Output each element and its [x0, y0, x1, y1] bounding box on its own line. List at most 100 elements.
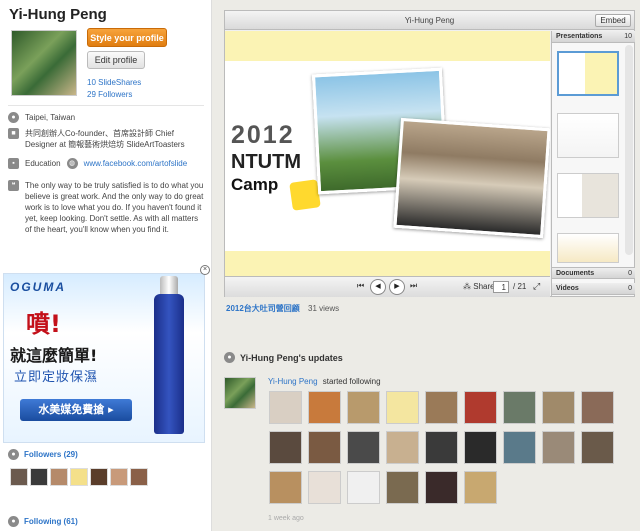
ad-close-icon[interactable]: ×	[200, 265, 210, 275]
followed-user-avatar[interactable]	[386, 471, 419, 504]
smiley-mascot-image	[289, 179, 321, 211]
share-label: Share	[473, 282, 495, 291]
followed-user-avatar[interactable]	[269, 431, 302, 464]
ad-headline: 噴!	[26, 310, 61, 338]
followed-user-avatar[interactable]	[308, 391, 341, 424]
fullscreen-icon[interactable]: ⤢	[533, 281, 540, 292]
followed-user-avatar[interactable]	[269, 391, 302, 424]
followers-count-link[interactable]: 29 Followers	[87, 90, 132, 99]
tab-documents[interactable]: Documents 0	[552, 267, 635, 279]
embed-button[interactable]: Embed	[595, 14, 631, 27]
style-profile-button[interactable]: Style your profile	[87, 28, 167, 47]
share-icon: ⁂	[463, 282, 474, 291]
education-icon: ▪	[8, 158, 19, 169]
slideshares-count-link[interactable]: 10 SlideShares	[87, 78, 141, 87]
player-titlebar: Yi-Hung Peng Embed	[225, 11, 634, 30]
presentation-thumbnail[interactable]	[557, 173, 619, 218]
presentation-thumbnail[interactable]	[557, 51, 619, 96]
profile-avatar[interactable]	[11, 30, 77, 96]
presentations-panel: Presentations 10 Documents 0 Videos 0	[551, 31, 635, 296]
followers-heading[interactable]: Followers (29)	[24, 450, 78, 459]
presentations-count: 10	[624, 33, 632, 40]
education-website-row: ▪ Education ◍ www.facebook.com/artofslid…	[8, 158, 206, 169]
follower-avatar[interactable]	[30, 468, 48, 486]
slide-canvas[interactable]: 2012 NTUTM Camp	[225, 31, 550, 276]
edit-profile-button[interactable]: Edit profile	[87, 51, 145, 69]
slide-ntutm-text: NTUTM	[231, 151, 301, 173]
followed-user-avatar[interactable]	[347, 431, 380, 464]
followed-user-avatar[interactable]	[542, 391, 575, 424]
presentation-thumbnail[interactable]	[557, 113, 619, 158]
location-text: Taipei, Taiwan	[25, 113, 76, 122]
ad-cta-button[interactable]: 水美媒免費搶 ▸	[20, 399, 132, 421]
people-icon: ●	[8, 516, 19, 527]
ad-tagline: 立即定妝保濕	[14, 370, 99, 385]
followed-user-avatar[interactable]	[308, 471, 341, 504]
tab-presentations-label: Presentations	[556, 33, 603, 40]
globe-icon: ◍	[66, 158, 78, 169]
followed-user-avatar[interactable]	[347, 471, 380, 504]
followed-user-avatar[interactable]	[503, 391, 536, 424]
followed-user-avatar[interactable]	[425, 391, 458, 424]
profile-sidebar: Yi-Hung Peng Style your profile Edit pro…	[0, 0, 212, 531]
slide-year-text: 2012	[231, 121, 295, 149]
slide-photo-group	[393, 117, 550, 239]
advertisement[interactable]: OGUMA 噴! 就這麼簡單! 立即定妝保濕 水美媒免費搶 ▸	[3, 273, 205, 443]
follower-avatar[interactable]	[70, 468, 88, 486]
update-actor-link[interactable]: Yi-Hung Peng	[268, 377, 318, 386]
education-label: Education	[25, 159, 61, 168]
tab-presentations[interactable]: Presentations 10	[552, 31, 635, 43]
next-slide-icon[interactable]: ▶	[389, 279, 405, 295]
followed-user-avatar[interactable]	[464, 471, 497, 504]
follower-avatar[interactable]	[130, 468, 148, 486]
page-total: / 21	[513, 282, 527, 291]
player-controls: ⏮ ◀ ▶ ⏭ ⁂ Share 1 / 21 ⤢	[225, 276, 550, 297]
follower-avatar[interactable]	[50, 468, 68, 486]
followed-user-avatar[interactable]	[308, 431, 341, 464]
followed-user-avatar[interactable]	[425, 471, 458, 504]
ad-brand: OGUMA	[10, 280, 66, 294]
presentation-title-link[interactable]: 2012台大吐司營回顧	[226, 304, 300, 313]
page-number-input[interactable]: 1	[493, 281, 509, 293]
followers-section-header[interactable]: ● Followers (29)	[8, 449, 78, 460]
followed-user-avatar[interactable]	[581, 391, 614, 424]
presentation-thumbnail[interactable]	[557, 233, 619, 263]
followed-user-avatar[interactable]	[386, 431, 419, 464]
people-icon: ●	[8, 449, 19, 460]
followed-user-avatar[interactable]	[581, 431, 614, 464]
followed-user-avatar[interactable]	[464, 431, 497, 464]
player-title: Yi-Hung Peng	[404, 16, 455, 25]
followed-user-avatar[interactable]	[386, 391, 419, 424]
prev-slide-icon[interactable]: ◀	[370, 279, 386, 295]
slideshow-player: Yi-Hung Peng Embed 2012 NTUTM Camp ⏮ ◀ ▶…	[224, 10, 635, 297]
quote-row: ❝ The only way to be truly satisfied is …	[8, 180, 206, 235]
following-section-header[interactable]: ● Following (61)	[8, 516, 78, 527]
followed-user-avatar[interactable]	[503, 431, 536, 464]
documents-count: 0	[628, 270, 632, 277]
follower-avatar[interactable]	[110, 468, 128, 486]
followed-user-avatar[interactable]	[464, 391, 497, 424]
updates-heading: Yi-Hung Peng's updates	[240, 352, 343, 363]
first-slide-icon[interactable]: ⏮	[357, 281, 364, 291]
update-actor-avatar[interactable]	[224, 377, 256, 409]
share-button[interactable]: ⁂ Share	[463, 282, 495, 291]
following-heading[interactable]: Following (61)	[24, 517, 78, 526]
tab-videos-label: Videos	[556, 285, 579, 292]
website-link[interactable]: www.facebook.com/artofslide	[84, 158, 188, 169]
ad-bottle-image	[154, 294, 184, 434]
followers-thumbnails	[10, 468, 148, 486]
follower-avatar[interactable]	[10, 468, 28, 486]
tab-videos[interactable]: Videos 0	[552, 283, 635, 295]
quote-text: The only way to be truly satisfied is to…	[25, 181, 204, 234]
divider	[8, 105, 204, 106]
briefcase-icon: ■	[8, 128, 19, 139]
followed-user-avatar[interactable]	[269, 471, 302, 504]
followed-users-grid	[269, 391, 614, 504]
follower-avatar[interactable]	[90, 468, 108, 486]
last-slide-icon[interactable]: ⏭	[410, 281, 417, 291]
presentations-scrollbar[interactable]	[625, 45, 633, 255]
followed-user-avatar[interactable]	[347, 391, 380, 424]
followed-user-avatar[interactable]	[425, 431, 458, 464]
update-action: started following	[322, 377, 381, 386]
followed-user-avatar[interactable]	[542, 431, 575, 464]
